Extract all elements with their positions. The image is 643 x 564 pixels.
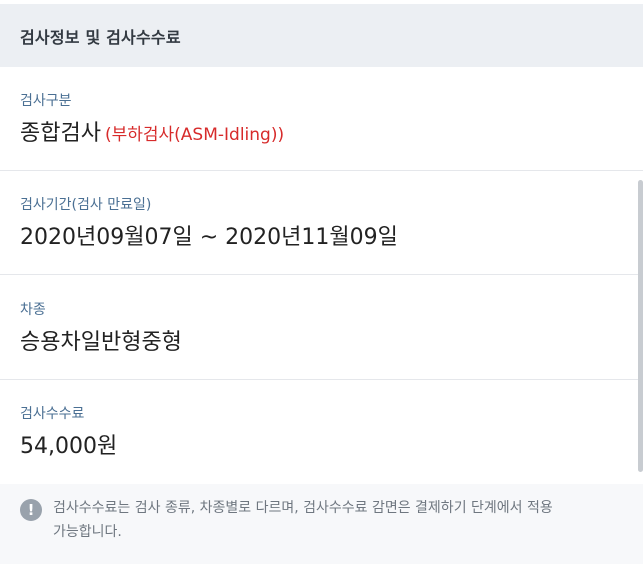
section-header: 검사정보 및 검사수수료	[0, 4, 643, 67]
inspection-type-label: 검사구분	[20, 93, 72, 109]
scrollbar[interactable]	[638, 180, 643, 472]
inspection-period-value: 2020년09월07일 ~ 2020년11월09일	[20, 225, 398, 250]
info-icon: !	[20, 499, 42, 521]
inspection-type-sub: (부하검사(ASM-Idling))	[104, 125, 285, 145]
fee-notice: ! 검사수수료는 검사 종류, 차종별로 다르며, 검사수수료 감면은 결제하기…	[0, 484, 643, 564]
vehicle-type-section: 차종 승용차일반형중형	[0, 275, 643, 380]
inspection-type-section: 검사구분 종합검사 (부하검사(ASM-Idling))	[0, 67, 643, 171]
inspection-fee-value: 54,000원	[20, 434, 118, 459]
inspection-type-row: 종합검사 (부하검사(ASM-Idling))	[20, 119, 643, 150]
vehicle-type-label: 차종	[20, 302, 46, 318]
fee-notice-text: 검사수수료는 검사 종류, 차종별로 다르며, 검사수수료 감면은 결제하기 단…	[53, 500, 553, 540]
section-title: 검사정보 및 검사수수료	[20, 27, 181, 47]
inspection-period-section: 검사기간(검사 만료일) 2020년09월07일 ~ 2020년11월09일	[0, 171, 643, 275]
inspection-fee-label: 검사수수료	[20, 406, 85, 422]
inspection-period-label: 검사기간(검사 만료일)	[20, 197, 152, 213]
inspection-fee-section: 검사수수료 54,000원	[0, 380, 643, 484]
vehicle-type-value: 승용차일반형중형	[20, 330, 182, 355]
inspection-type-value: 종합검사	[20, 121, 101, 146]
